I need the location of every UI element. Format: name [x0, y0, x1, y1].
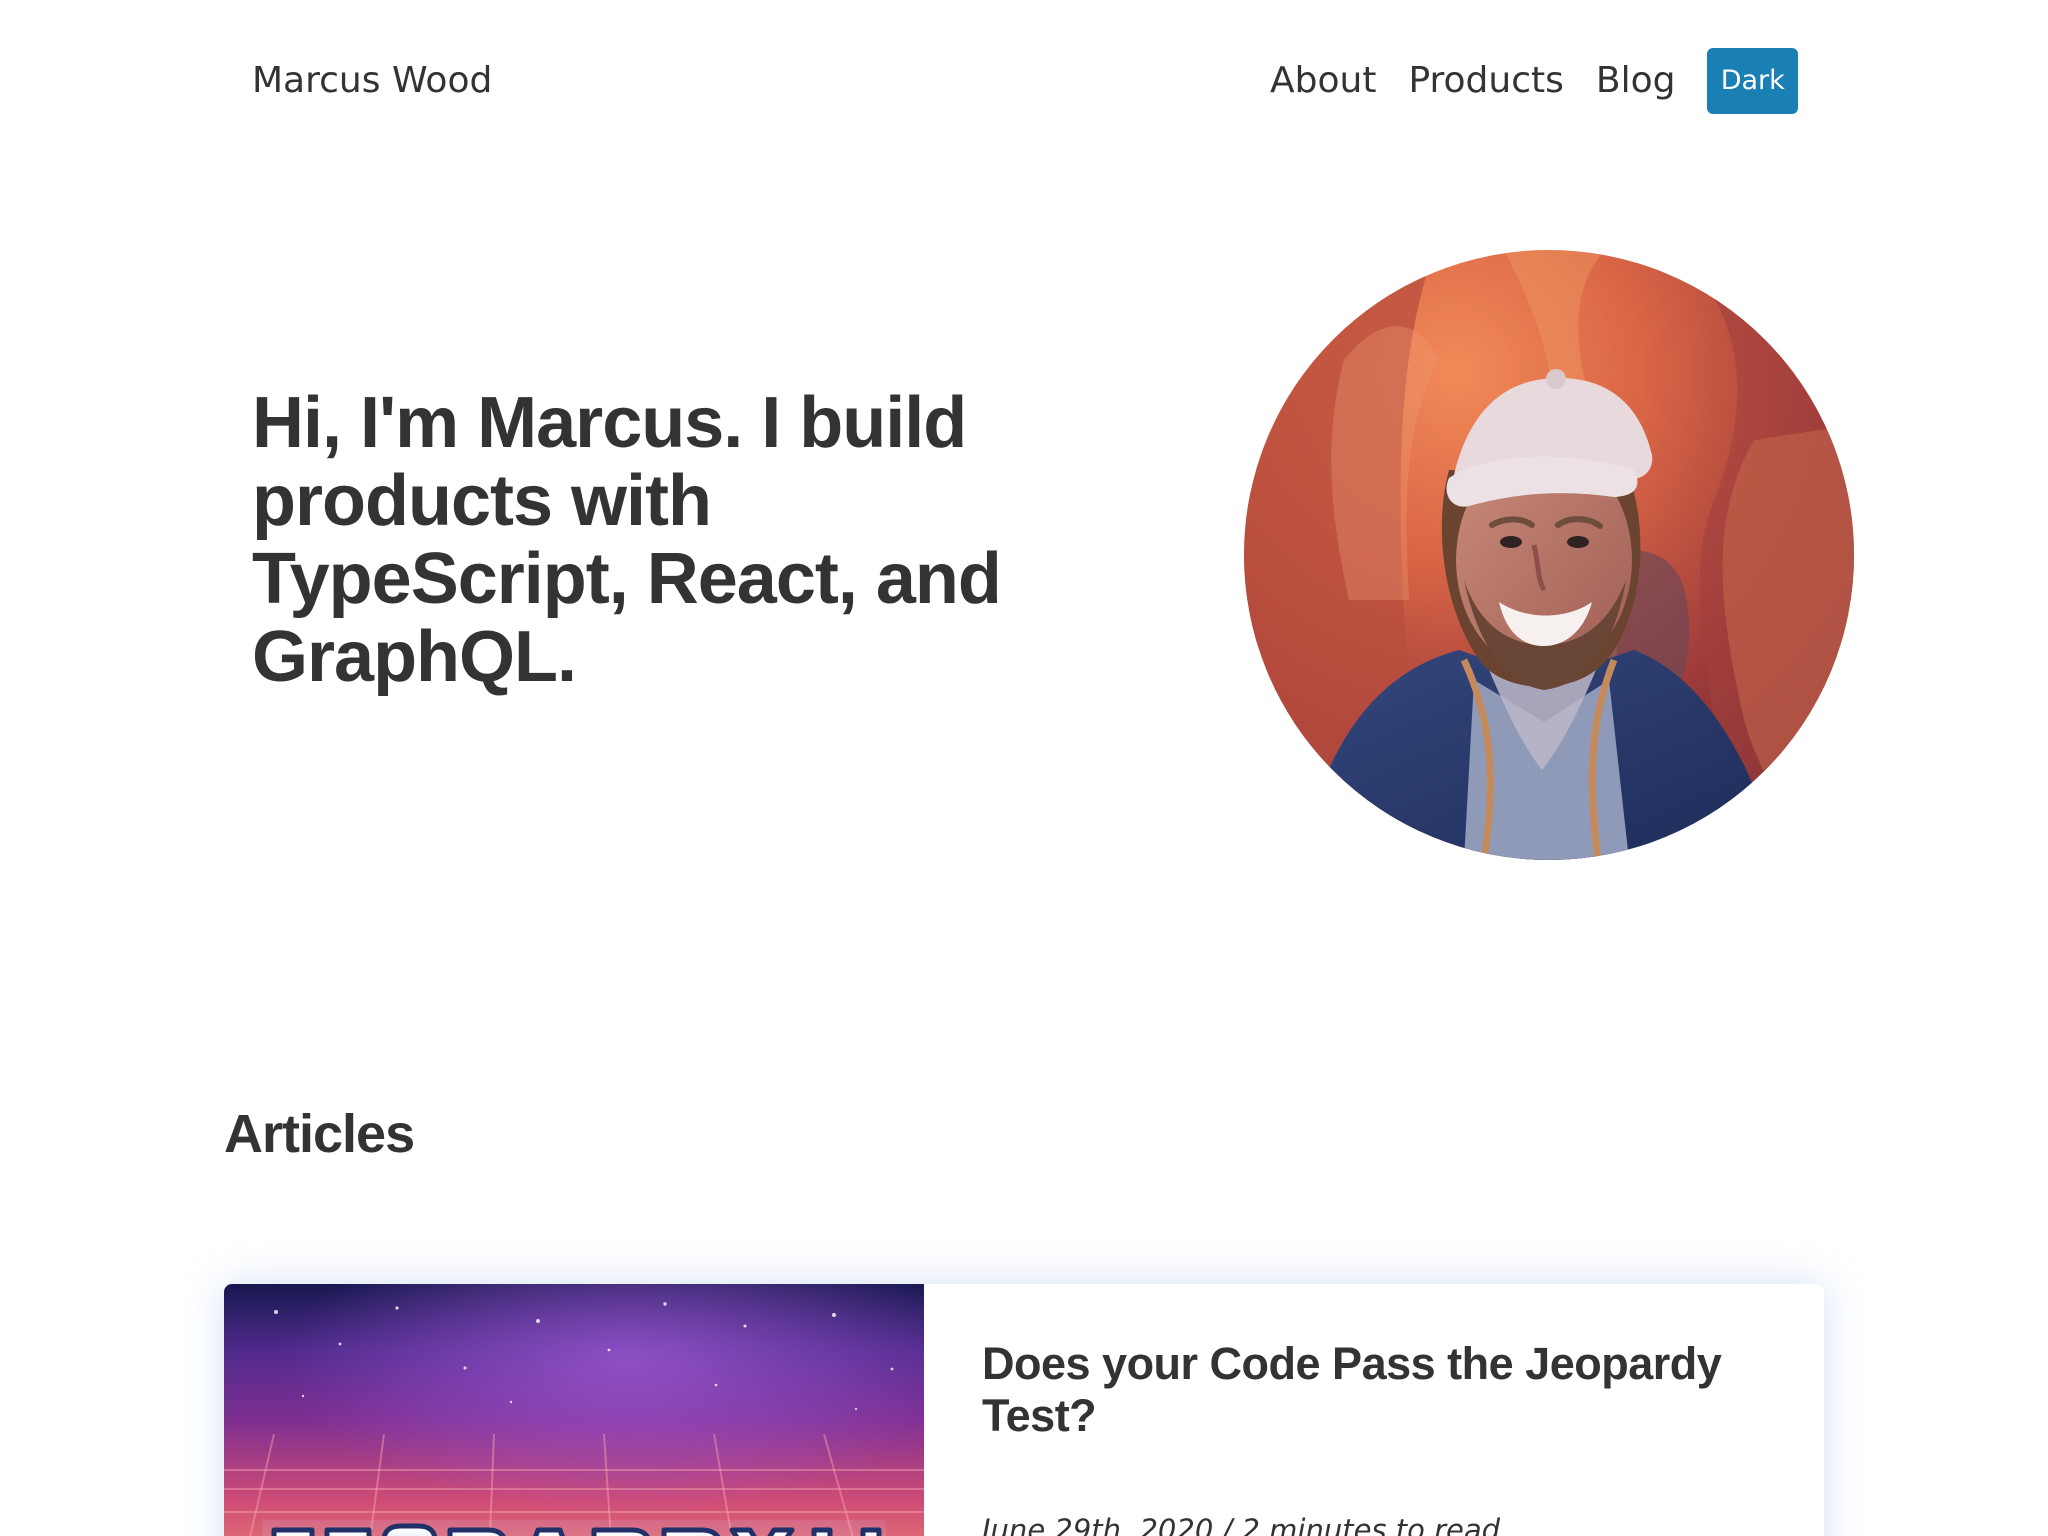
jeopardy-cover-image	[224, 1284, 924, 1536]
hero-title: Hi, I'm Marcus. I build products with Ty…	[252, 383, 1002, 697]
site-name-link[interactable]: Marcus Wood	[252, 57, 492, 105]
avatar-photo-image	[1244, 250, 1854, 860]
article-cover-image	[224, 1284, 924, 1536]
article-title[interactable]: Does your Code Pass the Jeopardy Test?	[982, 1338, 1762, 1442]
page: Marcus Wood About Products Blog Dark Hi,…	[0, 0, 2048, 1536]
dark-mode-toggle-button[interactable]: Dark	[1707, 48, 1798, 114]
nav-link-about[interactable]: About	[1270, 57, 1376, 105]
article-card[interactable]: Does your Code Pass the Jeopardy Test? J…	[224, 1284, 1824, 1536]
main-nav: About Products Blog Dark	[1270, 48, 1798, 114]
nav-link-products[interactable]: Products	[1408, 57, 1563, 105]
article-meta: June 29th, 2020 / 2 minutes to read	[982, 1513, 1501, 1536]
articles-heading: Articles	[224, 1104, 415, 1164]
site-header: Marcus Wood About Products Blog Dark	[0, 0, 2048, 170]
avatar	[1244, 250, 1854, 860]
nav-link-blog[interactable]: Blog	[1596, 57, 1676, 105]
